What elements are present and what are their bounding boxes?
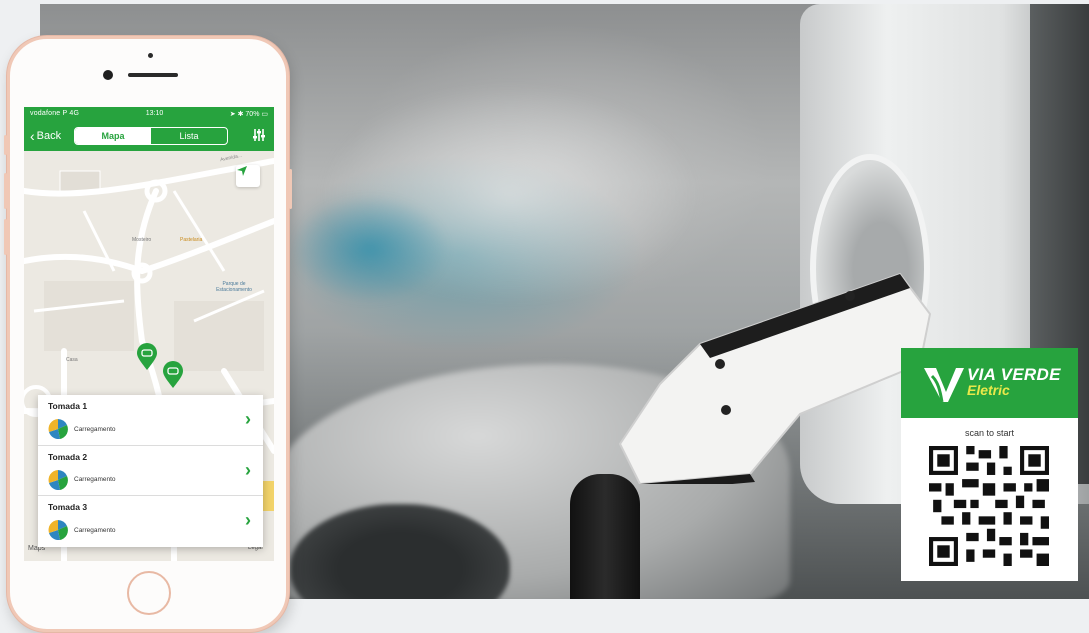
socket-status-label: Carregamento — [74, 425, 116, 433]
charging-pin-icon[interactable] — [136, 343, 158, 371]
socket-status: Carregamento — [48, 520, 116, 541]
back-label: Back — [36, 129, 62, 142]
phone-volume-down — [4, 219, 7, 255]
back-button[interactable]: ‹ Back — [30, 129, 61, 143]
qr-card-header: VIA VERDE Eletric — [901, 348, 1078, 418]
brand-subtitle: Eletric — [967, 382, 1010, 398]
chevron-right-icon: › — [245, 459, 251, 480]
phone-mockup: vodafone P 4G 13:10 ➤ ✱ 70% ▭ ‹ Back Map… — [4, 36, 292, 632]
filter-sliders-icon — [253, 129, 265, 141]
socket-title: Tomada 1 — [48, 401, 88, 411]
socket-status-label: Carregamento — [74, 526, 116, 534]
via-verde-logo-icon — [924, 368, 964, 403]
socket-list-sheet: Tomada 1 Carregamento › Tomada 2 Carrega… — [38, 395, 263, 547]
brand-name: VIA VERDE — [967, 365, 1061, 384]
photo-car-wheel — [290, 504, 510, 599]
qr-caption: scan to start — [964, 428, 1015, 438]
nav-bar: ‹ Back Mapa Lista — [24, 120, 274, 151]
phone-power-button — [289, 169, 292, 209]
qr-code-icon[interactable] — [929, 446, 1049, 566]
photo-charging-plug — [618, 272, 932, 484]
map-label-poi-1: Mosteiro — [132, 237, 152, 243]
phone-speaker — [128, 73, 178, 77]
status-carrier: vodafone P 4G — [30, 110, 80, 117]
phone-mute-switch — [4, 135, 7, 155]
list-item[interactable]: Tomada 1 Carregamento › — [38, 395, 263, 446]
charger-status-icon — [48, 419, 68, 439]
map-label-poi-2: Pastelaria — [180, 237, 203, 243]
back-chevron-icon: ‹ — [30, 127, 35, 144]
phone-camera — [103, 70, 113, 80]
map-label-poi-4: Casa — [66, 357, 78, 363]
list-item[interactable]: Tomada 2 Carregamento › — [38, 446, 263, 497]
charger-status-icon — [48, 520, 68, 541]
tab-mapa[interactable]: Mapa — [75, 127, 151, 144]
socket-status: Carregamento — [48, 419, 116, 439]
chevron-right-icon: › — [245, 409, 251, 429]
socket-status-label: Carregamento — [74, 476, 116, 484]
chevron-right-icon: › — [245, 510, 251, 531]
status-bar: vodafone P 4G 13:10 ➤ ✱ 70% ▭ — [24, 107, 274, 120]
map-label-poi-3: Parque de Estacionamento — [216, 281, 252, 293]
socket-status: Carregamento — [48, 469, 116, 490]
tab-lista[interactable]: Lista — [151, 128, 227, 144]
filter-button[interactable] — [252, 128, 266, 147]
locate-button[interactable] — [236, 165, 260, 187]
photo-cable — [570, 474, 640, 599]
charger-status-icon — [48, 469, 68, 490]
phone-volume-up — [4, 173, 7, 209]
photo-teal-blur — [290, 194, 450, 304]
status-battery: ➤ ✱ 70% ▭ — [229, 110, 268, 118]
charging-pin-icon[interactable] — [162, 361, 184, 389]
phone-sensor — [148, 53, 153, 58]
status-time: 13:10 — [145, 110, 164, 117]
qr-start-card: VIA VERDE Eletric scan to start — [901, 348, 1078, 581]
socket-title: Tomada 3 — [48, 502, 88, 513]
view-segmented-control: Mapa Lista — [74, 126, 228, 145]
locate-arrow-icon — [237, 166, 247, 176]
list-item[interactable]: Tomada 3 Carregamento › — [38, 496, 263, 547]
home-button[interactable] — [127, 571, 171, 615]
socket-title: Tomada 2 — [48, 451, 88, 462]
